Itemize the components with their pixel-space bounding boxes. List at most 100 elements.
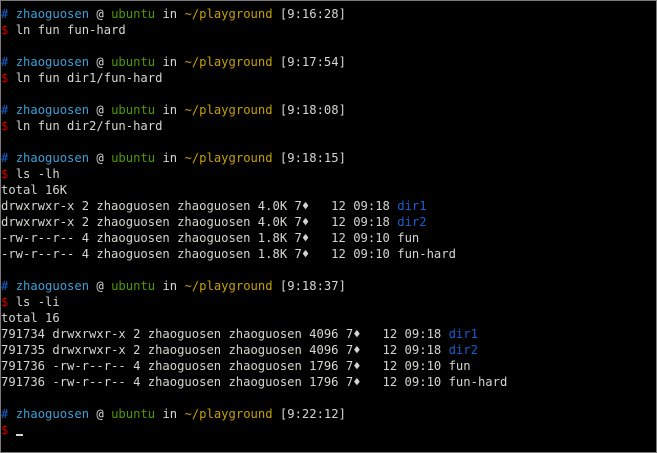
prompt-time: [9:18:37]	[279, 279, 346, 293]
output-line: total 16	[1, 310, 507, 326]
output-text: -rw-r--r-- 4 zhaoguosen zhaoguosen 1.8K …	[1, 247, 398, 261]
prompt-path: ~/playground	[184, 407, 273, 421]
prompt-host: ubuntu	[111, 103, 156, 117]
prompt-in: in	[162, 103, 178, 117]
terminal-window[interactable]: # zhaoguosen @ ubuntu in ~/playground [9…	[0, 0, 657, 453]
prompt-in: in	[162, 151, 178, 165]
output-text: 791736 -rw-r--r-- 4 zhaoguosen zhaoguose…	[1, 359, 449, 373]
prompt-host: ubuntu	[111, 279, 156, 293]
prompt-line: # zhaoguosen @ ubuntu in ~/playground [9…	[1, 54, 507, 70]
prompt-line: # zhaoguosen @ ubuntu in ~/playground [9…	[1, 150, 507, 166]
prompt-line: # zhaoguosen @ ubuntu in ~/playground [9…	[1, 278, 507, 294]
output-text: 791736 -rw-r--r-- 4 zhaoguosen zhaoguose…	[1, 375, 449, 389]
prompt-at: @	[96, 407, 104, 421]
output-line: -rw-r--r-- 4 zhaoguosen zhaoguosen 1.8K …	[1, 230, 507, 246]
prompt-at: @	[96, 151, 104, 165]
terminal-output: # zhaoguosen @ ubuntu in ~/playground [9…	[1, 6, 507, 438]
prompt-host: ubuntu	[111, 7, 156, 21]
prompt-at: @	[96, 279, 104, 293]
prompt-user: zhaoguosen	[15, 151, 90, 165]
prompt-in: in	[162, 279, 178, 293]
output-text: -rw-r--r-- 4 zhaoguosen zhaoguosen 1.8K …	[1, 231, 398, 245]
file-name: fun-hard	[448, 375, 508, 389]
output-line: 791734 drwxrwxr-x 2 zhaoguosen zhaoguose…	[1, 326, 507, 342]
command-text: ln fun fun-hard	[15, 23, 126, 37]
prompt-time: [9:16:28]	[279, 7, 346, 21]
command-text: ls -lh	[15, 167, 60, 181]
prompt-line: # zhaoguosen @ ubuntu in ~/playground [9…	[1, 406, 507, 422]
text-cursor[interactable]	[15, 434, 23, 436]
file-name: fun-hard	[397, 247, 456, 261]
prompt-in: in	[162, 55, 178, 69]
prompt-at: @	[96, 103, 104, 117]
command-line: $ ln fun dir2/fun-hard	[1, 118, 507, 134]
output-line: -rw-r--r-- 4 zhaoguosen zhaoguosen 1.8K …	[1, 246, 507, 262]
output-line: drwxrwxr-x 2 zhaoguosen zhaoguosen 4.0K …	[1, 214, 507, 230]
prompt-line: # zhaoguosen @ ubuntu in ~/playground [9…	[1, 6, 507, 22]
directory-name: dir1	[397, 199, 427, 213]
prompt-path: ~/playground	[184, 151, 273, 165]
prompt-user: zhaoguosen	[15, 7, 90, 21]
prompt-path: ~/playground	[184, 103, 273, 117]
prompt-at: @	[96, 55, 104, 69]
output-text: drwxrwxr-x 2 zhaoguosen zhaoguosen 4.0K …	[1, 199, 398, 213]
prompt-time: [9:17:54]	[279, 55, 346, 69]
command-text: ln fun dir2/fun-hard	[15, 119, 163, 133]
prompt-time: [9:22:12]	[279, 407, 346, 421]
prompt-user: zhaoguosen	[15, 55, 90, 69]
output-text: 791735 drwxrwxr-x 2 zhaoguosen zhaoguose…	[1, 343, 449, 357]
directory-name: dir2	[448, 343, 478, 357]
command-line: $ ls -li	[1, 294, 507, 310]
command-text: ln fun dir1/fun-hard	[15, 71, 163, 85]
file-name: fun	[397, 231, 420, 245]
prompt-in: in	[162, 407, 178, 421]
output-line: 791735 drwxrwxr-x 2 zhaoguosen zhaoguose…	[1, 342, 507, 358]
output-text: 791734 drwxrwxr-x 2 zhaoguosen zhaoguose…	[1, 327, 449, 341]
prompt-path: ~/playground	[184, 279, 273, 293]
prompt-time: [9:18:08]	[279, 103, 346, 117]
prompt-user: zhaoguosen	[15, 407, 90, 421]
prompt-time: [9:18:15]	[279, 151, 346, 165]
prompt-in: in	[162, 7, 178, 21]
prompt-path: ~/playground	[184, 7, 273, 21]
prompt-user: zhaoguosen	[15, 103, 90, 117]
prompt-host: ubuntu	[111, 55, 156, 69]
command-line: $	[1, 422, 507, 438]
command-line: $ ls -lh	[1, 166, 507, 182]
command-line: $ ln fun fun-hard	[1, 22, 507, 38]
prompt-line: # zhaoguosen @ ubuntu in ~/playground [9…	[1, 102, 507, 118]
command-line: $ ln fun dir1/fun-hard	[1, 70, 507, 86]
output-text: drwxrwxr-x 2 zhaoguosen zhaoguosen 4.0K …	[1, 215, 398, 229]
prompt-host: ubuntu	[111, 151, 156, 165]
